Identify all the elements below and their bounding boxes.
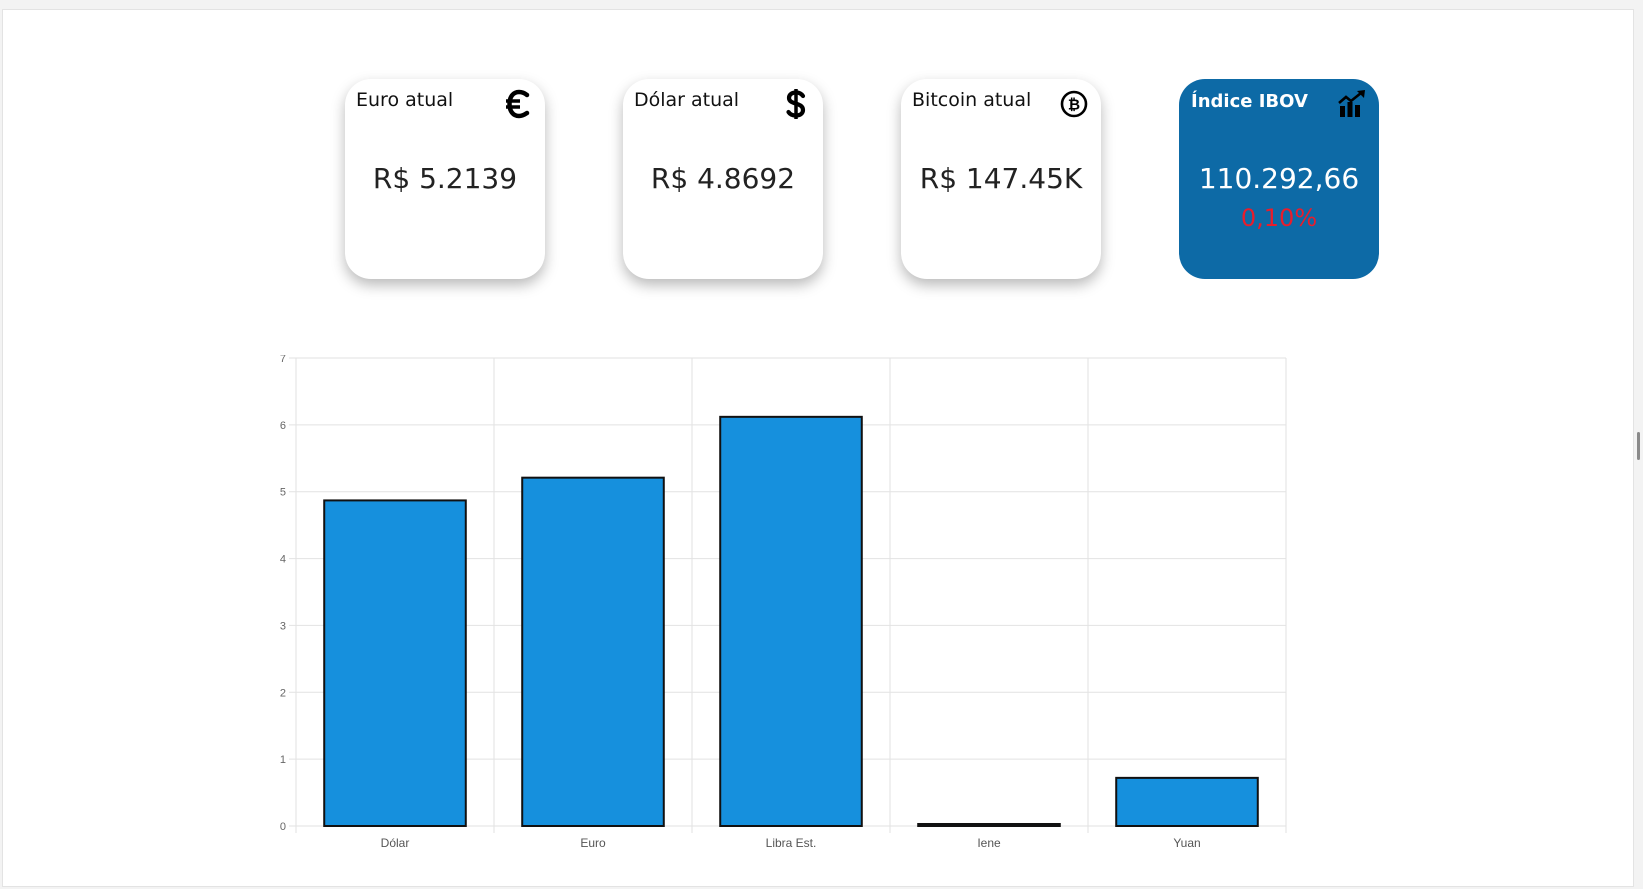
- y-tick-label: 2: [280, 687, 286, 699]
- bitcoin-card-value: R$ 147.45K: [919, 162, 1083, 195]
- chart-svg: 0 1 2 3 4 5 6 7 Dólar Euro Libra Est. Iene Yuan: [280, 353, 1287, 850]
- bitcoin-card: Bitcoin atual ₿ R$ 147.45K: [901, 79, 1101, 279]
- y-tick-label: 7: [280, 355, 286, 365]
- dollar-card-value: R$ 4.8692: [650, 162, 796, 195]
- dollar-card-title: Dólar atual: [634, 89, 740, 111]
- bar-d-lar: [323, 499, 467, 828]
- dollar-icon: [781, 89, 811, 119]
- euro-card-title: Euro atual: [356, 89, 454, 111]
- euro-card-value: R$ 5.2139: [372, 162, 518, 195]
- y-tick-label: 4: [280, 554, 286, 566]
- ibov-card: Índice IBOV 110.292,66 0,10%: [1179, 79, 1379, 279]
- bitcoin-card-title: Bitcoin atual: [912, 89, 1032, 111]
- bar-euro: [521, 476, 665, 827]
- ibov-card-title: Índice IBOV: [1191, 91, 1308, 112]
- ibov-card-change: 0,10%: [1240, 204, 1318, 232]
- x-tick-label: Euro: [580, 836, 606, 850]
- euro-card: Euro atual R$ 5.2139: [345, 79, 545, 279]
- dashboard-page: Euro atual R$ 5.2139 Dólar atual R$ 4.86…: [2, 9, 1634, 887]
- chart-trend-icon: [1337, 89, 1367, 119]
- y-tick-label: 0: [280, 821, 286, 833]
- x-tick-label: Yuan: [1173, 836, 1200, 850]
- currency-bar-chart: 0 1 2 3 4 5 6 7 Dólar Euro Libra Est. Iene Yuan: [273, 353, 1353, 885]
- bitcoin-icon: ₿: [1059, 89, 1089, 119]
- y-tick-label: 5: [280, 487, 286, 499]
- x-tick-label: Libra Est.: [766, 836, 817, 850]
- bar-iene: [917, 822, 1061, 828]
- y-tick-label: 1: [280, 754, 286, 766]
- x-tick-label: Dólar: [381, 836, 410, 850]
- bar-libra-est-: [719, 415, 863, 827]
- dollar-card: Dólar atual R$ 4.8692: [623, 79, 823, 279]
- x-tick-label: Iene: [977, 836, 1001, 850]
- scrollbar-thumb[interactable]: [1637, 432, 1640, 460]
- bar-yuan: [1115, 776, 1259, 827]
- y-tick-label: 6: [280, 420, 286, 432]
- y-tick-label: 3: [280, 620, 286, 632]
- euro-icon: [503, 89, 533, 119]
- ibov-card-value: 110.292,66: [1198, 162, 1360, 195]
- svg-text:₿: ₿: [1068, 96, 1080, 114]
